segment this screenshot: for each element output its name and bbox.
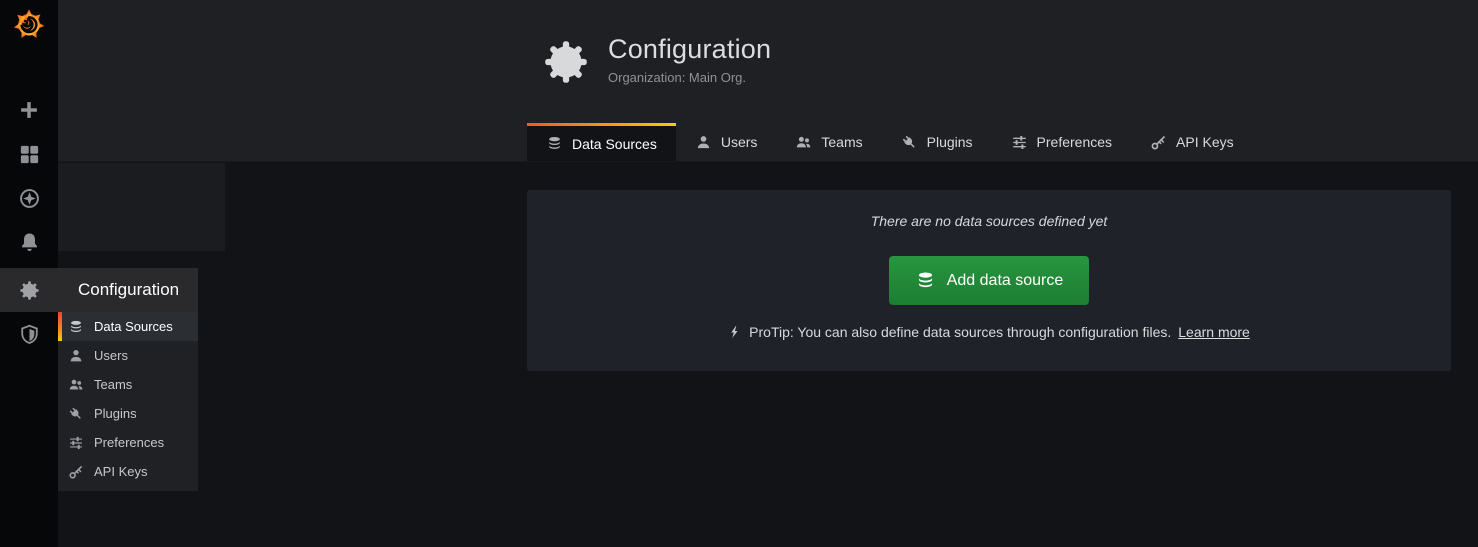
flyout-item-label: Plugins: [94, 406, 137, 421]
page-header: Configuration Organization: Main Org. Da…: [58, 0, 1478, 162]
tab-preferences[interactable]: Preferences: [992, 123, 1131, 161]
gear-icon: [540, 36, 592, 88]
sidebar-item-configuration[interactable]: [0, 268, 58, 312]
plugin-icon: [68, 406, 84, 422]
database-icon: [915, 270, 936, 291]
tab-label: Plugins: [927, 134, 973, 150]
sidebar-item-explore[interactable]: [0, 176, 58, 220]
database-icon: [68, 319, 84, 335]
team-icon: [68, 377, 84, 393]
flyout-item-label: Teams: [94, 377, 132, 392]
add-data-source-button-label: Add data source: [947, 272, 1064, 290]
flyout-item-label: Preferences: [94, 435, 164, 450]
user-icon: [68, 348, 84, 364]
server-admin-shield-icon: [18, 323, 41, 346]
key-icon: [68, 464, 84, 480]
protip-line: ProTip: You can also define data sources…: [728, 324, 1250, 340]
dashboards-icon: [18, 143, 41, 166]
flyout-item-teams[interactable]: Teams: [58, 370, 198, 399]
tab-bar: Data Sources Users Teams Plugins Prefere…: [527, 123, 1253, 161]
grafana-logo-icon: [9, 3, 49, 43]
explore-compass-icon: [18, 187, 41, 210]
flyout-item-plugins[interactable]: Plugins: [58, 399, 198, 428]
page-title: Configuration: [608, 34, 771, 65]
flyout-item-label: Data Sources: [94, 319, 173, 334]
empty-state-message: There are no data sources defined yet: [871, 213, 1108, 229]
tab-api-keys[interactable]: API Keys: [1131, 123, 1253, 161]
alerting-bell-icon: [18, 231, 41, 254]
sidebar-item-alerting[interactable]: [0, 220, 58, 264]
flyout-item-api-keys[interactable]: API Keys: [58, 457, 198, 486]
protip-text: ProTip: You can also define data sources…: [749, 324, 1171, 340]
database-icon: [546, 135, 563, 152]
tab-users[interactable]: Users: [676, 123, 777, 161]
flyout-item-label: Users: [94, 348, 128, 363]
add-data-source-button[interactable]: Add data source: [889, 256, 1090, 305]
sidebar: [0, 0, 58, 547]
tab-plugins[interactable]: Plugins: [882, 123, 992, 161]
learn-more-link[interactable]: Learn more: [1178, 324, 1250, 340]
configuration-gear-icon: [18, 279, 41, 302]
tab-label: Users: [721, 134, 758, 150]
user-icon: [695, 134, 712, 151]
tab-teams[interactable]: Teams: [776, 123, 881, 161]
sidebar-item-create[interactable]: [0, 88, 58, 132]
tab-label: Preferences: [1037, 134, 1112, 150]
page-header-info: Configuration Organization: Main Org.: [540, 34, 771, 88]
flyout-title[interactable]: Configuration: [58, 268, 198, 312]
page-subtitle: Organization: Main Org.: [608, 70, 771, 85]
tab-data-sources[interactable]: Data Sources: [527, 123, 676, 161]
flyout-item-data-sources[interactable]: Data Sources: [58, 312, 198, 341]
sidebar-item-dashboards[interactable]: [0, 132, 58, 176]
sliders-icon: [68, 435, 84, 451]
data-sources-empty-panel: There are no data sources defined yet Ad…: [527, 190, 1451, 371]
plugin-icon: [901, 134, 918, 151]
tab-label: Teams: [821, 134, 862, 150]
tab-label: API Keys: [1176, 134, 1234, 150]
sliders-icon: [1011, 134, 1028, 151]
key-icon: [1150, 134, 1167, 151]
grafana-logo[interactable]: [0, 0, 58, 46]
flyout-item-preferences[interactable]: Preferences: [58, 428, 198, 457]
team-icon: [795, 134, 812, 151]
flyout-hover-region: [58, 163, 225, 251]
tab-label: Data Sources: [572, 136, 657, 152]
bolt-icon: [728, 325, 742, 339]
configuration-flyout-menu: Configuration Data Sources Users Teams P…: [58, 268, 198, 491]
sidebar-item-server-admin[interactable]: [0, 312, 58, 356]
flyout-item-users[interactable]: Users: [58, 341, 198, 370]
plus-icon: [18, 99, 40, 121]
flyout-item-label: API Keys: [94, 464, 147, 479]
